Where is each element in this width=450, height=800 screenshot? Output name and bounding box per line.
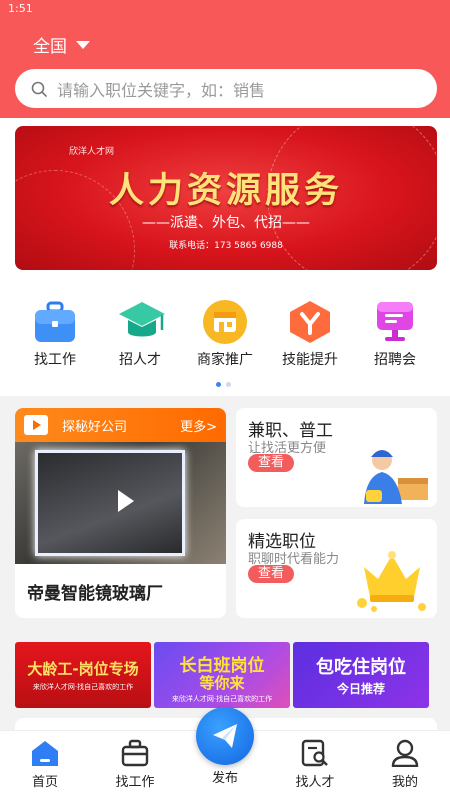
monitor-icon bbox=[373, 300, 417, 344]
status-time: 1:51 bbox=[8, 2, 33, 15]
part-time-view-button[interactable]: 查看 bbox=[248, 454, 294, 472]
video-thumbnail bbox=[35, 450, 185, 556]
search-icon bbox=[31, 81, 47, 97]
pager-dots bbox=[216, 382, 231, 387]
nav-talent-label: 找人才 bbox=[295, 775, 335, 790]
promo-room-board[interactable]: 包吃住岗位 今日推荐 bbox=[293, 642, 429, 708]
category-label: 找工作 bbox=[34, 352, 76, 368]
category-label: 技能提升 bbox=[282, 352, 338, 368]
category-label: 招人才 bbox=[119, 352, 161, 368]
caret-down-icon bbox=[76, 40, 90, 49]
nav-mine[interactable]: 我的 bbox=[370, 739, 440, 790]
video-clap-icon bbox=[24, 415, 48, 435]
publish-button[interactable] bbox=[196, 707, 254, 765]
graduation-cap-icon bbox=[118, 300, 165, 344]
category-skill-up[interactable]: 技能提升 bbox=[270, 300, 350, 369]
pager-dot[interactable] bbox=[226, 382, 231, 387]
more-link[interactable]: 更多> bbox=[180, 416, 217, 435]
find-talent-icon bbox=[300, 739, 330, 767]
part-time-card[interactable]: 兼职、普工 让找活更方便 查看 bbox=[236, 408, 437, 507]
category-merchant-promo[interactable]: 商家推广 bbox=[185, 300, 265, 369]
nav-jobs-label: 找工作 bbox=[115, 775, 155, 790]
category-label: 招聘会 bbox=[374, 352, 416, 368]
promo-title-2: 今日推荐 bbox=[336, 682, 385, 696]
banner-subtitle: ——派遣、外包、代招—— bbox=[142, 215, 310, 231]
company-video[interactable] bbox=[15, 442, 226, 564]
selected-jobs-card[interactable]: 精选职位 职聊时代看能力 查看 bbox=[236, 519, 437, 618]
promo-older-workers[interactable]: 大龄工-岗位专场 来欣洋人才网·找自己喜欢的工作 bbox=[15, 642, 151, 708]
banner-phone: 联系电话：173 5865 6988 bbox=[169, 241, 283, 251]
category-recruit[interactable]: 招人才 bbox=[100, 300, 180, 369]
banner-title: 人力资源服务 bbox=[108, 170, 343, 211]
company-card-header[interactable]: 探秘好公司 更多> bbox=[15, 408, 226, 442]
search-input[interactable]: 请输入职位关键字，如：销售 bbox=[15, 69, 437, 108]
header: 1:51 全国 请输入职位关键字，如：销售 bbox=[0, 0, 450, 118]
banner[interactable]: 欣洋人才网 人力资源服务 ——派遣、外包、代招—— 联系电话：173 5865 … bbox=[15, 126, 437, 270]
company-card: 探秘好公司 更多> 帝曼智能镜玻璃厂 bbox=[15, 408, 226, 618]
nav-publish-label: 发布 bbox=[211, 771, 238, 786]
company-name[interactable]: 帝曼智能镜玻璃厂 bbox=[15, 564, 226, 618]
crown-icon bbox=[357, 551, 426, 612]
worker-illustration bbox=[364, 450, 428, 504]
region-label: 全国 bbox=[33, 37, 67, 57]
category-find-job[interactable]: 找工作 bbox=[15, 300, 95, 369]
promo-title: 包吃住岗位 bbox=[316, 657, 406, 678]
region-selector[interactable]: 全国 bbox=[33, 32, 90, 57]
selected-jobs-view-button[interactable]: 查看 bbox=[248, 565, 294, 583]
category-job-fair[interactable]: 招聘会 bbox=[355, 300, 435, 369]
skill-y-icon bbox=[288, 300, 332, 344]
company-card-header-label: 探秘好公司 bbox=[62, 419, 128, 435]
briefcase-icon bbox=[33, 300, 77, 344]
user-icon bbox=[390, 739, 420, 768]
nav-talent[interactable]: 找人才 bbox=[280, 739, 350, 790]
promo-title-2: 等你来 bbox=[199, 674, 245, 692]
home-icon bbox=[30, 739, 60, 767]
play-icon[interactable] bbox=[118, 490, 134, 512]
briefcase-outline-icon bbox=[120, 739, 150, 767]
promo-sub: 来欣洋人才网·找自己喜欢的工作 bbox=[171, 695, 273, 703]
promo-title: 大龄工-岗位专场 bbox=[27, 660, 139, 678]
pager-dot-active bbox=[216, 382, 221, 387]
promo-sub: 来欣洋人才网·找自己喜欢的工作 bbox=[32, 683, 134, 691]
nav-mine-label: 我的 bbox=[391, 775, 418, 790]
nav-jobs[interactable]: 找工作 bbox=[100, 739, 170, 790]
banner-brand: 欣洋人才网 bbox=[69, 147, 115, 157]
promo-day-shift[interactable]: 长白班岗位 等你来 来欣洋人才网·找自己喜欢的工作 bbox=[154, 642, 290, 708]
store-icon bbox=[203, 300, 247, 344]
nav-home-label: 首页 bbox=[31, 775, 58, 790]
search-placeholder: 请输入职位关键字，如：销售 bbox=[57, 80, 266, 100]
category-label: 商家推广 bbox=[197, 352, 253, 368]
nav-home[interactable]: 首页 bbox=[10, 739, 80, 790]
paper-plane-icon bbox=[213, 724, 237, 748]
category-grid: 找工作 招人才 商家推广 技能提升 招聘会 bbox=[0, 300, 450, 370]
